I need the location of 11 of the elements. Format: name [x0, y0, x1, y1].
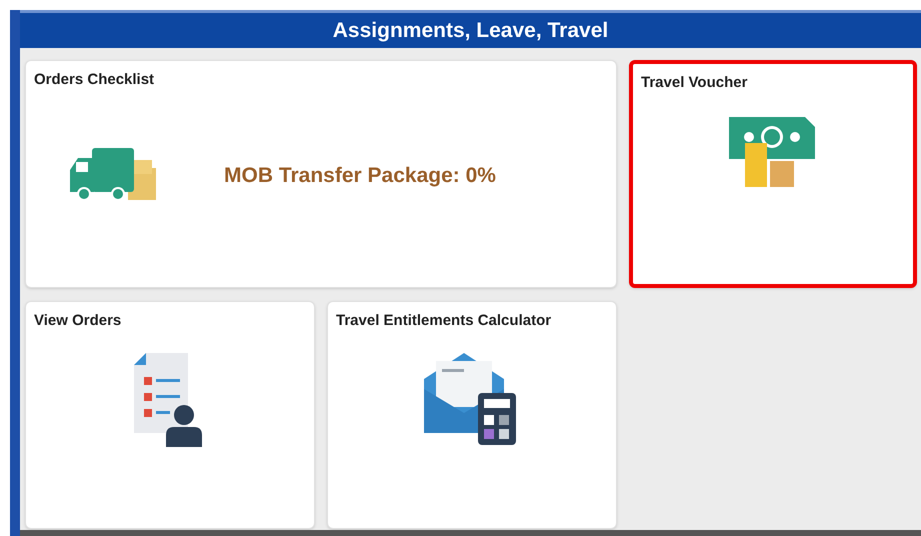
- tile[interactable]: View Orders: [25, 301, 315, 529]
- money-and-coins-icon: [729, 114, 817, 188]
- tile-title: View Orders: [34, 311, 122, 331]
- tile[interactable]: Travel Voucher: [629, 60, 917, 288]
- tile[interactable]: Travel Entitlements Calculator: [327, 301, 617, 529]
- tile-title: Travel Entitlements Calculator: [336, 311, 552, 331]
- tile[interactable]: Orders Checklist MOB Transfer Package: 0%: [25, 60, 617, 288]
- header-title: Assignments, Leave, Travel: [332, 18, 608, 44]
- tile-title: Travel Voucher: [641, 73, 748, 93]
- progress-status-text: MOB Transfer Package: 0%: [224, 162, 496, 188]
- tile-title: Orders Checklist: [34, 70, 154, 90]
